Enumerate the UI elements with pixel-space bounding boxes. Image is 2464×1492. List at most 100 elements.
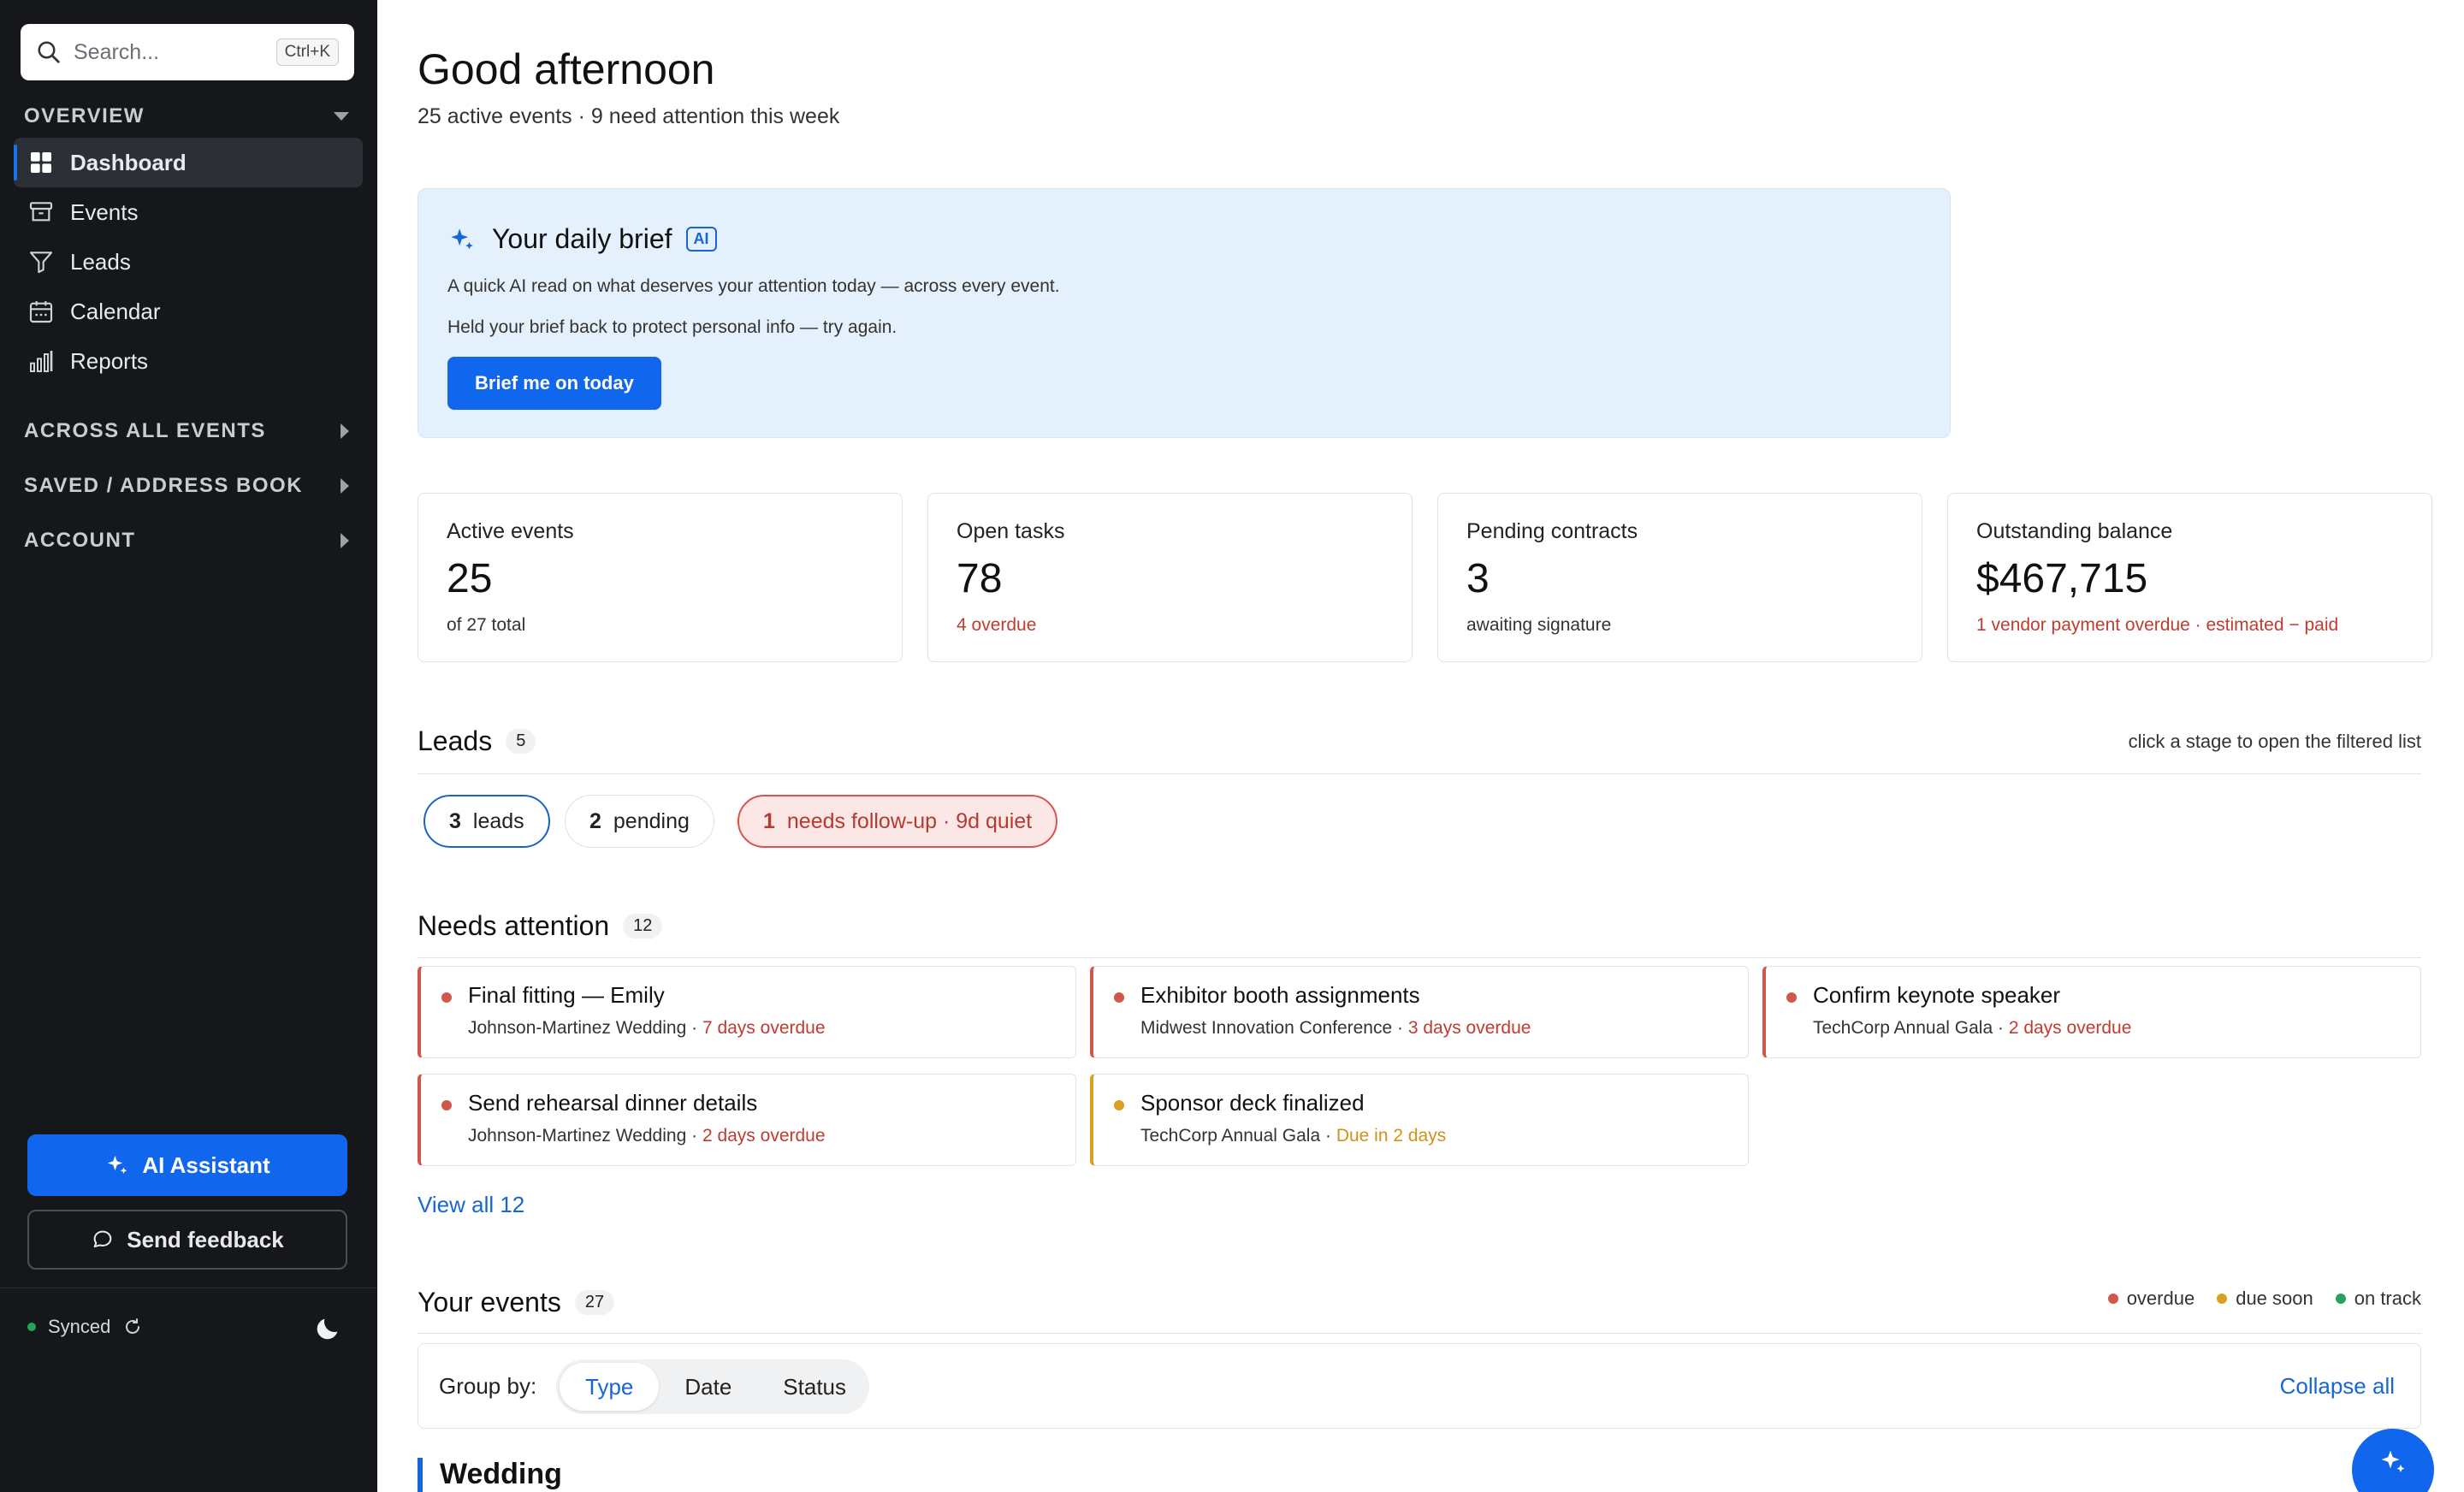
attention-item[interactable]: Final fitting — Emily Johnson-Martinez W… bbox=[418, 966, 1076, 1058]
leads-divider bbox=[418, 773, 2421, 774]
stat-card-outstanding-balance[interactable]: Outstanding balance $467,715 1 vendor pa… bbox=[1947, 493, 2432, 662]
legend-overdue: overdue bbox=[2107, 1288, 2194, 1310]
section-saved-label: SAVED / ADDRESS BOOK bbox=[24, 474, 304, 497]
attention-item-status: Due in 2 days bbox=[1336, 1126, 1447, 1146]
stat-foot: 1 vendor payment overdue · estimated − p… bbox=[1976, 615, 2339, 635]
leads-section-title: Leads 5 bbox=[418, 725, 536, 757]
attention-divider bbox=[418, 957, 2421, 958]
section-account-label: ACCOUNT bbox=[24, 529, 136, 552]
attention-item[interactable]: Confirm keynote speaker TechCorp Annual … bbox=[1762, 966, 2421, 1058]
group-by-date[interactable]: Date bbox=[659, 1363, 757, 1411]
send-feedback-label: Send feedback bbox=[127, 1226, 284, 1252]
daily-brief-title: Your daily brief AI bbox=[447, 223, 717, 255]
lead-stage-count: 3 bbox=[449, 808, 461, 833]
ai-assistant-button[interactable]: AI Assistant bbox=[27, 1134, 347, 1196]
page-title: Good afternoon bbox=[418, 45, 715, 93]
ai-fab-button[interactable] bbox=[2352, 1429, 2434, 1492]
archive-icon bbox=[29, 202, 53, 222]
legend-dot bbox=[2217, 1294, 2228, 1304]
sidebar-item-dashboard[interactable]: Dashboard bbox=[14, 138, 363, 187]
attention-item-event: Midwest Innovation Conference bbox=[1140, 1018, 1393, 1038]
lead-stage-label: leads bbox=[472, 808, 524, 833]
leads-heading: Leads bbox=[418, 725, 493, 756]
refresh-icon[interactable] bbox=[122, 1317, 143, 1337]
funnel-icon bbox=[29, 252, 53, 274]
event-group-heading[interactable]: Wedding bbox=[418, 1458, 562, 1492]
legend-label: due soon bbox=[2236, 1288, 2313, 1309]
main-content: Good afternoon 25 active events · 9 need… bbox=[377, 0, 2464, 1492]
page-subtitle: 25 active events · 9 need attention this… bbox=[418, 104, 840, 128]
attention-item[interactable]: Sponsor deck finalized TechCorp Annual G… bbox=[1090, 1074, 1749, 1166]
group-by-type[interactable]: Type bbox=[560, 1363, 660, 1411]
ai-badge: AI bbox=[685, 227, 717, 252]
lead-stage-needs-follow-up[interactable]: 1 needs follow-up · 9d quiet bbox=[737, 795, 1058, 848]
status-dot bbox=[1786, 992, 1797, 1003]
attention-item-meta: TechCorp Annual Gala · Due in 2 days bbox=[1140, 1126, 1447, 1146]
search-placeholder: Search... bbox=[74, 39, 160, 64]
section-overview-label: OVERVIEW bbox=[24, 104, 145, 127]
sidebar-item-leads[interactable]: Leads bbox=[14, 237, 363, 287]
attention-item-meta: Midwest Innovation Conference · 3 days o… bbox=[1140, 1018, 1531, 1038]
brief-me-button[interactable]: Brief me on today bbox=[447, 357, 661, 410]
attention-count-badge: 12 bbox=[623, 914, 663, 938]
attention-item-status: 3 days overdue bbox=[1407, 1018, 1531, 1038]
attention-item-event: TechCorp Annual Gala bbox=[1140, 1126, 1321, 1146]
lead-stage-count: 1 bbox=[763, 808, 775, 833]
events-count-badge: 27 bbox=[574, 1290, 615, 1315]
sidebar-nav: Dashboard Events Leads Calendar Reports bbox=[14, 138, 363, 386]
attention-item-event: Johnson-Martinez Wedding bbox=[468, 1018, 687, 1038]
group-by-label: Group by: bbox=[439, 1373, 537, 1399]
status-legend: overdue due soon on track bbox=[2086, 1288, 2421, 1310]
search-shortcut: Ctrl+K bbox=[275, 38, 339, 66]
section-across-all-events[interactable]: ACROSS ALL EVENTS bbox=[24, 419, 349, 443]
section-across-label: ACROSS ALL EVENTS bbox=[24, 419, 266, 442]
stat-label: Active events bbox=[447, 519, 574, 543]
stat-foot: awaiting signature bbox=[1466, 615, 1612, 635]
leads-count-badge: 5 bbox=[506, 729, 536, 754]
status-dot bbox=[1114, 1100, 1124, 1110]
stat-card-open-tasks[interactable]: Open tasks 78 4 overdue bbox=[927, 493, 1413, 662]
attention-item[interactable]: Send rehearsal dinner details Johnson-Ma… bbox=[418, 1074, 1076, 1166]
sidebar-item-events[interactable]: Events bbox=[14, 187, 363, 237]
section-account[interactable]: ACCOUNT bbox=[24, 529, 349, 553]
stat-card-pending-contracts[interactable]: Pending contracts 3 awaiting signature bbox=[1437, 493, 1922, 662]
collapse-all-link[interactable]: Collapse all bbox=[2280, 1373, 2395, 1400]
sync-status: Synced bbox=[27, 1316, 143, 1338]
chevron-right-icon bbox=[341, 423, 349, 439]
attention-item-title: Confirm keynote speaker bbox=[1813, 982, 2061, 1008]
status-dot bbox=[27, 1323, 36, 1331]
calendar-icon bbox=[29, 301, 53, 323]
stat-label: Outstanding balance bbox=[1976, 519, 2173, 543]
sidebar-item-reports[interactable]: Reports bbox=[14, 336, 363, 386]
search-input[interactable]: Search... Ctrl+K bbox=[21, 24, 354, 80]
group-by-segmented-control: Type Date Status bbox=[556, 1359, 869, 1414]
lead-stage-count: 2 bbox=[589, 808, 601, 833]
sidebar-item-label: Reports bbox=[70, 347, 149, 374]
attention-item-status: 2 days overdue bbox=[2008, 1018, 2132, 1038]
daily-brief-heading: Your daily brief bbox=[492, 223, 672, 254]
stat-card-active-events[interactable]: Active events 25 of 27 total bbox=[418, 493, 903, 662]
sidebar-item-calendar[interactable]: Calendar bbox=[14, 287, 363, 336]
group-by-status[interactable]: Status bbox=[757, 1363, 872, 1411]
chevron-right-icon bbox=[341, 478, 349, 494]
lead-stage-leads[interactable]: 3 leads bbox=[424, 795, 550, 848]
sparkle-icon bbox=[451, 228, 473, 249]
moon-icon[interactable] bbox=[313, 1314, 342, 1343]
attention-item-event: Johnson-Martinez Wedding bbox=[468, 1126, 687, 1146]
attention-heading: Needs attention bbox=[418, 910, 610, 941]
leads-hint: click a stage to open the filtered list bbox=[2128, 731, 2421, 752]
status-dot bbox=[441, 992, 452, 1003]
view-all-attention-link[interactable]: View all 12 bbox=[418, 1192, 524, 1218]
attention-item-title: Send rehearsal dinner details bbox=[468, 1090, 758, 1116]
lead-stage-pending[interactable]: 2 pending bbox=[565, 795, 714, 848]
stat-value: 3 bbox=[1466, 556, 1490, 601]
lead-stage-label: pending bbox=[613, 808, 690, 833]
stat-value: 25 bbox=[447, 556, 493, 601]
sparkle-icon bbox=[108, 1155, 127, 1174]
section-saved-address-book[interactable]: SAVED / ADDRESS BOOK bbox=[24, 474, 349, 498]
section-overview[interactable]: OVERVIEW bbox=[24, 104, 349, 128]
attention-item[interactable]: Exhibitor booth assignments Midwest Inno… bbox=[1090, 966, 1749, 1058]
send-feedback-button[interactable]: Send feedback bbox=[27, 1210, 347, 1270]
daily-brief-card: Your daily brief AI A quick AI read on w… bbox=[418, 188, 1951, 438]
attention-item-title: Sponsor deck finalized bbox=[1140, 1090, 1365, 1116]
